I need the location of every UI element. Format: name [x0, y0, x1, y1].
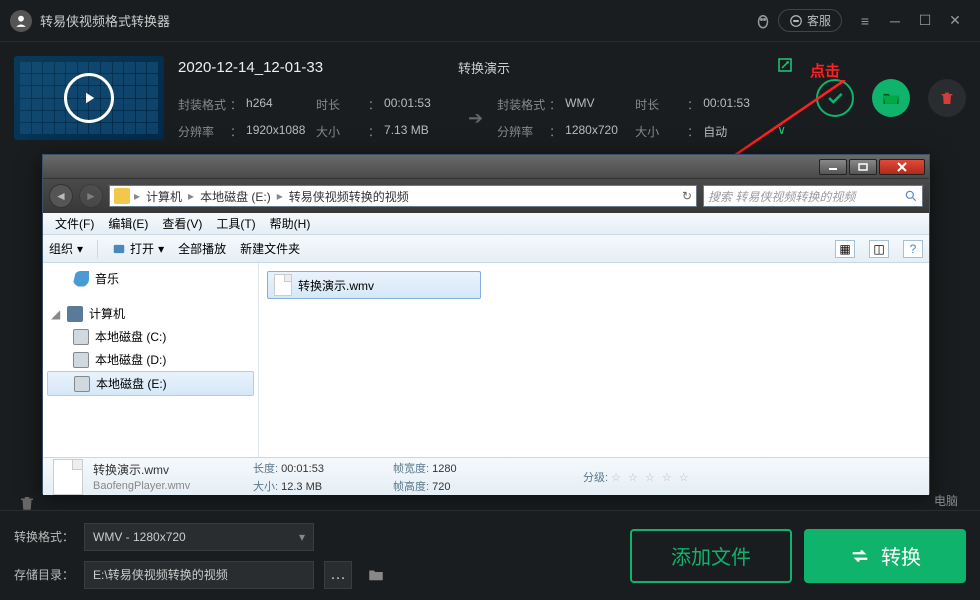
device-label: 电脑	[934, 492, 958, 509]
breadcrumb[interactable]: 计算机	[140, 188, 188, 205]
maximize-button[interactable]: ☐	[910, 6, 940, 36]
file-explorer-window: ◄ ► ▸ 计算机▸ 本地磁盘 (E:)▸ 转易侠视频转换的视频 ↻ 搜索 转易…	[42, 154, 930, 494]
explorer-minimize-button[interactable]	[819, 159, 847, 175]
customer-service-button[interactable]: 客服	[778, 9, 842, 32]
explorer-maximize-button[interactable]	[849, 159, 877, 175]
explorer-close-button[interactable]	[879, 159, 925, 175]
search-icon	[904, 189, 918, 203]
confirm-button[interactable]	[816, 79, 854, 117]
size-dropdown-icon[interactable]: ∨	[777, 123, 786, 140]
arrow-right-icon: ➔	[468, 108, 483, 129]
app-title: 转易侠视频格式转换器	[40, 11, 170, 30]
file-item[interactable]: 转换演示.wmv	[267, 271, 481, 299]
sidebar-item-music[interactable]: 音乐	[43, 267, 258, 290]
toolbar-newfolder[interactable]: 新建文件夹	[240, 240, 300, 257]
app-logo	[10, 10, 32, 32]
output-format-dropdown[interactable]: WMV - 1280x720▾	[84, 523, 314, 551]
sidebar-item-computer[interactable]: ◢计算机	[43, 302, 258, 325]
browse-button[interactable]: …	[324, 561, 352, 589]
breadcrumb[interactable]: 本地磁盘 (E:)	[194, 188, 277, 205]
conversion-item: 2020-12-14_12-01-33 转换演示 封装格式：h264 分辨率 ：…	[0, 42, 980, 154]
refresh-icon[interactable]: ↻	[682, 189, 692, 203]
titlebar: 转易侠视频格式转换器 客服 ≡ ─ ☐ ✕	[0, 0, 980, 42]
nav-forward-button[interactable]: ►	[79, 184, 103, 208]
sidebar-item-drive-d[interactable]: 本地磁盘 (D:)	[43, 348, 258, 371]
chevron-down-icon: ▾	[299, 530, 305, 544]
item-output-name: 转换演示	[458, 58, 776, 77]
folder-icon	[114, 188, 130, 204]
toolbar-organize[interactable]: 组织 ▾	[49, 240, 83, 257]
minimize-button[interactable]: ─	[880, 6, 910, 36]
menu-icon[interactable]: ≡	[850, 6, 880, 36]
item-filename: 2020-12-14_12-01-33	[178, 59, 458, 76]
sidebar-item-drive-c[interactable]: 本地磁盘 (C:)	[43, 325, 258, 348]
explorer-details-pane: 转换演示.wmv BaofengPlayer.wmv 长度: 00:01:53 …	[43, 457, 929, 495]
rename-icon[interactable]	[776, 56, 794, 78]
explorer-sidebar: 音乐 ◢计算机 本地磁盘 (C:) 本地磁盘 (D:) 本地磁盘 (E:)	[43, 263, 259, 457]
explorer-titlebar[interactable]	[43, 155, 929, 179]
breadcrumb[interactable]: 转易侠视频转换的视频	[283, 188, 415, 205]
qq-icon[interactable]	[748, 6, 778, 36]
menu-edit[interactable]: 编辑(E)	[102, 213, 154, 234]
add-file-button[interactable]: 添加文件	[630, 529, 792, 583]
sidebar-item-drive-e[interactable]: 本地磁盘 (E:)	[47, 371, 254, 396]
convert-button[interactable]: 转换	[804, 529, 966, 583]
toolbar-playall[interactable]: 全部播放	[178, 240, 226, 257]
open-dir-icon[interactable]	[362, 561, 390, 589]
dir-label: 存储目录：	[14, 566, 74, 583]
menu-file[interactable]: 文件(F)	[49, 213, 100, 234]
menu-tools[interactable]: 工具(T)	[210, 213, 261, 234]
output-dir-input[interactable]: E:\转易侠视频转换的视频	[84, 561, 314, 589]
video-thumbnail[interactable]	[14, 56, 164, 140]
menu-view[interactable]: 查看(V)	[156, 213, 208, 234]
file-type-icon	[53, 459, 83, 495]
preview-pane-icon[interactable]: ◫	[869, 240, 889, 258]
toolbar-open[interactable]: 打开 ▾	[112, 240, 164, 257]
explorer-search-input[interactable]: 搜索 转易侠视频转换的视频	[703, 185, 923, 207]
rating-stars[interactable]: ☆ ☆ ☆ ☆ ☆	[611, 472, 691, 484]
nav-back-button[interactable]: ◄	[49, 184, 73, 208]
delete-button[interactable]	[928, 79, 966, 117]
close-button[interactable]: ✕	[940, 6, 970, 36]
explorer-content[interactable]: 转换演示.wmv	[259, 263, 929, 457]
play-icon[interactable]	[64, 73, 114, 123]
format-label: 转换格式：	[14, 528, 74, 545]
view-mode-icon[interactable]: ▦	[835, 240, 855, 258]
help-icon[interactable]: ?	[903, 240, 923, 258]
menu-help[interactable]: 帮助(H)	[264, 213, 317, 234]
file-icon	[274, 274, 292, 296]
bottom-bar: 转换格式： WMV - 1280x720▾ 存储目录： E:\转易侠视频转换的视…	[0, 510, 980, 600]
address-bar[interactable]: ▸ 计算机▸ 本地磁盘 (E:)▸ 转易侠视频转换的视频 ↻	[109, 185, 697, 207]
open-folder-button[interactable]	[872, 79, 910, 117]
